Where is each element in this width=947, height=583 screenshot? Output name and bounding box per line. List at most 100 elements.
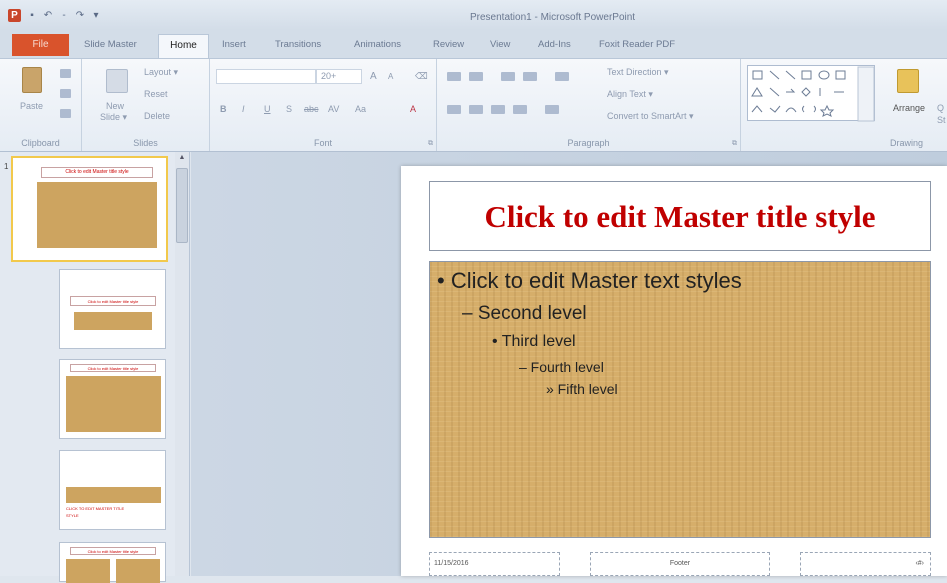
justify-icon[interactable]: [513, 105, 527, 114]
tab-view[interactable]: View: [490, 39, 510, 50]
character-spacing-button[interactable]: AV: [328, 104, 339, 114]
title-bar: P ▪ ↶ - ↷ ▾ Presentation1 - Microsoft Po…: [0, 0, 947, 30]
slide-number-placeholder[interactable]: ‹#›: [800, 552, 931, 576]
layout-thumbnail[interactable]: Click to edit Master title style: [59, 359, 166, 439]
align-right-icon[interactable]: [491, 105, 505, 114]
font-size-combo[interactable]: 20+: [316, 69, 362, 84]
clear-formatting-icon[interactable]: ⌫: [415, 71, 428, 82]
align-text-button[interactable]: Align Text ▾: [607, 89, 653, 100]
undo-dropdown[interactable]: -: [59, 10, 69, 21]
layout-thumbnail[interactable]: Click to edit Master title style: [59, 542, 166, 583]
strikethrough-button[interactable]: abc: [304, 104, 319, 114]
increase-indent-icon[interactable]: [523, 72, 537, 81]
thumbnail-title: CLICK TO EDIT MASTER TITLE STYLE: [66, 505, 136, 519]
thumbnail-title: Click to edit Master title style: [70, 547, 156, 555]
cut-icon[interactable]: [60, 69, 71, 78]
line-spacing-icon[interactable]: [555, 72, 569, 81]
paragraph-dialog-launcher-icon[interactable]: ⧉: [732, 140, 737, 148]
powerpoint-app-icon[interactable]: P: [8, 9, 21, 22]
delete-button[interactable]: Delete: [144, 111, 170, 121]
text-level-4[interactable]: – Fourth level: [519, 359, 604, 375]
paragraph-group-label: Paragraph: [567, 138, 610, 148]
convert-to-smartart-button[interactable]: Convert to SmartArt ▾: [607, 111, 694, 122]
quick-access-toolbar: P ▪ ↶ - ↷ ▾: [8, 9, 101, 22]
scroll-up-icon[interactable]: ▲: [176, 154, 188, 164]
font-dialog-launcher-icon[interactable]: ⧉: [428, 140, 433, 148]
reset-button[interactable]: Reset: [144, 89, 168, 99]
thumbnail-title: Click to edit Master title style: [70, 296, 156, 306]
thumbnail-body: [66, 376, 161, 432]
paste-label[interactable]: Paste: [20, 101, 43, 111]
quick-styles-button[interactable]: Q: [937, 103, 944, 113]
layout-thumbnail[interactable]: Click to edit Master title style: [59, 269, 166, 349]
slide-thumbnail-panel: 1 Click to edit Master title style Click…: [0, 152, 190, 583]
numbering-icon[interactable]: [469, 72, 483, 81]
align-center-icon[interactable]: [469, 105, 483, 114]
tab-foxit-reader-pdf[interactable]: Foxit Reader PDF: [599, 39, 675, 50]
slide-master-thumbnail[interactable]: Click to edit Master title style: [11, 156, 168, 262]
font-group: 20+ A A ⌫ B I U S abc AV Aa A Font ⧉: [210, 59, 437, 151]
paste-icon[interactable]: [22, 67, 42, 93]
undo-icon[interactable]: ↶: [43, 10, 53, 21]
new-slide-dropdown[interactable]: Slide ▾: [100, 112, 127, 123]
change-case-button[interactable]: Aa: [355, 104, 366, 114]
font-color-button[interactable]: A: [410, 104, 416, 114]
format-painter-icon[interactable]: [60, 109, 71, 118]
customize-qat-icon[interactable]: ▾: [91, 10, 101, 21]
redo-icon[interactable]: ↷: [75, 10, 85, 21]
thumbnail-body: [116, 559, 160, 583]
tab-home[interactable]: Home: [158, 34, 209, 59]
thumbnail-title: Click to edit Master title style: [70, 364, 156, 372]
shapes-gallery[interactable]: [747, 65, 875, 122]
text-level-1[interactable]: • Click to edit Master text styles: [437, 268, 742, 294]
tab-animations[interactable]: Animations: [354, 39, 401, 50]
ribbon: Paste Clipboard New Slide ▾ Layout ▾ Res…: [0, 58, 947, 152]
window-title: Presentation1 - Microsoft PowerPoint: [470, 12, 636, 23]
slides-group-label: Slides: [133, 138, 158, 148]
quick-styles-button-line2[interactable]: St: [937, 115, 946, 125]
shadow-button[interactable]: S: [286, 104, 292, 114]
tab-slide-master[interactable]: Slide Master: [84, 39, 137, 50]
shapes-gallery-icons: [751, 66, 875, 122]
tab-addins[interactable]: Add-Ins: [538, 39, 571, 50]
thumbnail-title: Click to edit Master title style: [41, 167, 153, 178]
new-slide-icon[interactable]: [106, 69, 128, 93]
new-slide-label[interactable]: New: [106, 101, 124, 111]
paragraph-group: Text Direction ▾ Align Text ▾ Convert to…: [437, 59, 741, 151]
align-left-icon[interactable]: [447, 105, 461, 114]
arrange-button[interactable]: Arrange: [893, 103, 925, 113]
thumbnail-body: [66, 487, 161, 503]
thumbnail-scrollbar-thumb[interactable]: [176, 168, 188, 243]
layout-thumbnail[interactable]: CLICK TO EDIT MASTER TITLE STYLE: [59, 450, 166, 530]
arrange-icon[interactable]: [897, 69, 919, 93]
shrink-font-icon[interactable]: A: [388, 72, 393, 81]
text-level-3[interactable]: • Third level: [492, 333, 576, 351]
tab-review[interactable]: Review: [433, 39, 464, 50]
thumbnail-body: [37, 182, 157, 248]
italic-button[interactable]: I: [242, 104, 245, 114]
layout-button[interactable]: Layout ▾: [144, 67, 178, 78]
font-name-combo[interactable]: [216, 69, 316, 84]
copy-icon[interactable]: [60, 89, 71, 98]
tab-insert[interactable]: Insert: [222, 39, 246, 50]
date-placeholder[interactable]: 11/15/2016: [429, 552, 560, 576]
thumbnail-body: [66, 559, 110, 583]
grow-font-icon[interactable]: A: [370, 71, 377, 82]
ribbon-tabs: Slide Master Insert Transitions Animatio…: [0, 30, 947, 58]
underline-button[interactable]: U: [264, 104, 271, 114]
save-icon[interactable]: ▪: [27, 10, 37, 21]
tab-file[interactable]: File: [12, 34, 69, 56]
clipboard-group-label: Clipboard: [21, 138, 60, 148]
decrease-indent-icon[interactable]: [501, 72, 515, 81]
text-level-5[interactable]: » Fifth level: [546, 381, 618, 397]
text-direction-button[interactable]: Text Direction ▾: [607, 67, 669, 78]
columns-icon[interactable]: [545, 105, 559, 114]
font-group-label: Font: [313, 138, 332, 148]
bold-button[interactable]: B: [220, 104, 227, 114]
tab-transitions[interactable]: Transitions: [275, 39, 321, 50]
master-title-placeholder[interactable]: Click to edit Master title style: [429, 181, 931, 251]
bullets-icon[interactable]: [447, 72, 461, 81]
slides-group: New Slide ▾ Layout ▾ Reset Delete Slides: [82, 59, 210, 151]
footer-placeholder[interactable]: Footer: [590, 552, 770, 576]
text-level-2[interactable]: – Second level: [462, 303, 587, 325]
